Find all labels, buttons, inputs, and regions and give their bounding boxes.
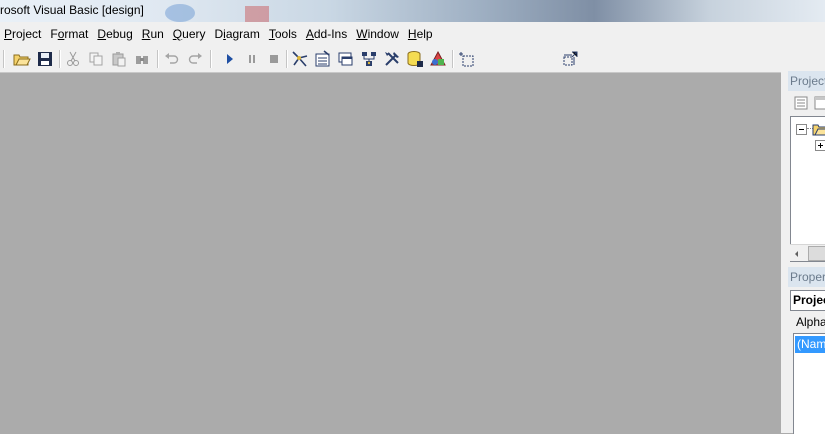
cut-icon[interactable] (63, 49, 83, 69)
tree-expand-toggle[interactable] (815, 140, 825, 151)
save-project-icon[interactable] (35, 49, 55, 69)
undo-icon[interactable] (162, 49, 182, 69)
selected-property-name[interactable]: (Name (795, 336, 825, 353)
toolbar-background (667, 46, 825, 73)
toolbar-separator (59, 50, 61, 68)
start-icon[interactable] (220, 49, 240, 69)
size-position-icon[interactable] (560, 49, 580, 69)
toolbox-icon[interactable] (382, 49, 402, 69)
data-view-icon[interactable] (405, 49, 425, 69)
toolbar-separator (157, 50, 159, 68)
menu-run[interactable]: Run (138, 27, 169, 41)
object-browser-icon[interactable] (359, 49, 379, 69)
menu-add-ins[interactable]: Add-Ins (302, 27, 352, 41)
project-node-icon[interactable] (812, 121, 825, 137)
menu-debug[interactable]: Debug (93, 27, 137, 41)
project-tree[interactable] (790, 116, 825, 262)
toolbar-separator (286, 50, 288, 68)
menu-query[interactable]: Query (169, 27, 211, 41)
end-icon[interactable] (264, 49, 284, 69)
title-bar: rosoft Visual Basic [design] (0, 0, 825, 22)
standard-toolbar (0, 46, 668, 73)
project-tree-hscrollbar[interactable] (790, 244, 825, 261)
visual-component-manager-icon[interactable] (428, 49, 448, 69)
properties-window-title: Proper (788, 267, 825, 287)
break-icon[interactable] (242, 49, 262, 69)
menu-help[interactable]: Help (404, 27, 438, 41)
menu-bar: Project Format Debug Run Query Diagram Tools Ad… (0, 22, 825, 47)
tree-collapse-toggle[interactable] (796, 124, 807, 135)
mdi-workspace[interactable] (0, 73, 781, 433)
redo-icon[interactable] (185, 49, 205, 69)
project-explorer-title: Project (788, 71, 825, 91)
window-title: rosoft Visual Basic [design] (0, 3, 144, 17)
menu-tools[interactable]: Tools (265, 27, 302, 41)
toolbar-separator (452, 50, 454, 68)
find-icon[interactable] (132, 49, 152, 69)
scroll-thumb[interactable] (808, 246, 825, 261)
project-explorer-icon[interactable] (290, 49, 310, 69)
tab-alphabetic[interactable]: Alphal (793, 312, 825, 332)
dock-splitter[interactable] (781, 72, 788, 433)
title-bar-decoration (245, 6, 269, 22)
property-grid[interactable]: (Name (793, 333, 825, 434)
view-object-icon[interactable] (813, 95, 825, 111)
menu-window[interactable]: Window (352, 27, 404, 41)
scroll-left-icon[interactable] (792, 248, 802, 258)
menu-diagram[interactable]: Diagram (210, 27, 264, 41)
toolbar-separator (210, 50, 212, 68)
copy-icon[interactable] (86, 49, 106, 69)
open-project-icon[interactable] (12, 49, 32, 69)
toolbar-separator (3, 50, 5, 68)
paste-icon[interactable] (109, 49, 129, 69)
menu-format[interactable]: Format (46, 27, 93, 41)
properties-window-icon[interactable] (313, 49, 333, 69)
form-layout-icon[interactable] (336, 49, 356, 69)
object-selector-combo[interactable]: Projec (790, 290, 825, 311)
view-code-icon[interactable] (793, 95, 809, 111)
menu-project[interactable]: Project (0, 27, 46, 41)
title-bar-decoration (165, 4, 195, 22)
add-form-icon[interactable] (457, 49, 477, 69)
